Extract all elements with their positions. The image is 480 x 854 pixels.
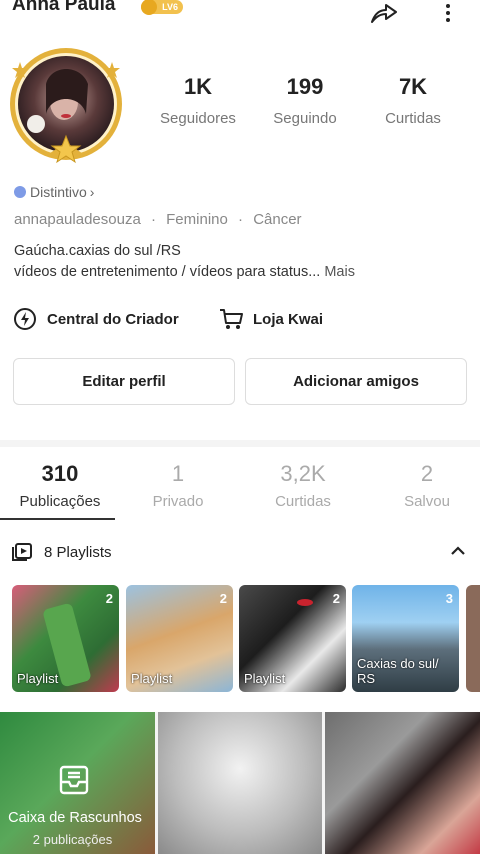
profile-header: Anna Paula LV6 1K Seguidores 199 Seguind… [0,0,480,440]
shop-link[interactable]: Loja Kwai [219,307,323,331]
bio: Gaúcha.caxias do sul /RS vídeos de entre… [14,241,355,283]
playlist-caption: Playlist [17,671,59,686]
edit-profile-button[interactable]: Editar perfil [13,358,235,405]
playlist-count: 3 [445,591,453,606]
badge-link[interactable]: Distintivo › [14,184,94,200]
playlist-caption: Playlist [244,671,286,686]
chevron-right-icon: › [89,184,95,200]
level-badge: LV6 [141,0,183,15]
bio-more-link[interactable]: Mais [324,264,355,280]
drafts-icon [58,764,90,801]
playlist-card-5[interactable] [466,585,480,692]
active-tab-indicator [0,518,115,520]
playlist-count: 2 [332,591,340,606]
share-icon[interactable] [368,0,400,26]
playlist-caption: Caxias do sul/ RS [357,656,439,686]
tab-private[interactable]: 1 Privado [118,461,238,510]
playlist-caption: Playlist [131,671,173,686]
content-tabs: 310 Publicações 1 Privado 3,2K Curtidas … [0,447,480,522]
playlists-header[interactable]: 8 Playlists [12,543,112,561]
tab-publications[interactable]: 310 Publicações [0,461,120,510]
avatar[interactable] [6,44,126,169]
chevron-up-icon[interactable] [450,544,466,562]
tab-likes[interactable]: 3,2K Curtidas [243,461,363,510]
gender: Feminino [166,211,228,228]
drafts-box[interactable]: Caixa de Rascunhos 2 publicações [0,712,155,854]
tab-saved[interactable]: 2 Salvou [367,461,480,510]
playlist-card-4[interactable]: 3 Caxias do sul/ RS [352,585,459,692]
video-thumbnail-2[interactable] [325,712,480,854]
playlist-card-2[interactable]: 2 Playlist [126,585,233,692]
badge-icon [14,186,26,198]
playlist-count: 2 [105,591,113,606]
bio-line-2: vídeos de entretenimento / vídeos para s… [14,264,321,280]
drafts-subtitle: 2 publicações [32,832,113,847]
playlist-thumbnail [297,599,313,606]
zodiac-sign: Câncer [253,211,302,228]
playlist-card-3[interactable]: 2 Playlist [239,585,346,692]
stat-followers[interactable]: 1K Seguidores [148,74,248,127]
bio-line-1: Gaúcha.caxias do sul /RS [14,243,181,259]
playlist-icon [12,543,32,561]
cart-icon [219,307,245,331]
stat-following[interactable]: 199 Seguindo [255,74,355,127]
playlist-card-1[interactable]: 2 Playlist [12,585,119,692]
drafts-title: Caixa de Rascunhos [8,810,142,826]
add-friends-button[interactable]: Adicionar amigos [245,358,467,405]
profile-name: Anna Paula [12,0,116,15]
creator-center-link[interactable]: Central do Criador [13,307,179,331]
more-vertical-icon[interactable] [432,0,464,26]
playlist-count: 2 [219,591,227,606]
profile-info: annapauladesouza · Feminino · Câncer [14,211,302,228]
stat-likes[interactable]: 7K Curtidas [363,74,463,127]
username: annapauladesouza [14,211,141,228]
video-thumbnail-1[interactable] [158,712,322,854]
lightning-icon [13,307,37,331]
